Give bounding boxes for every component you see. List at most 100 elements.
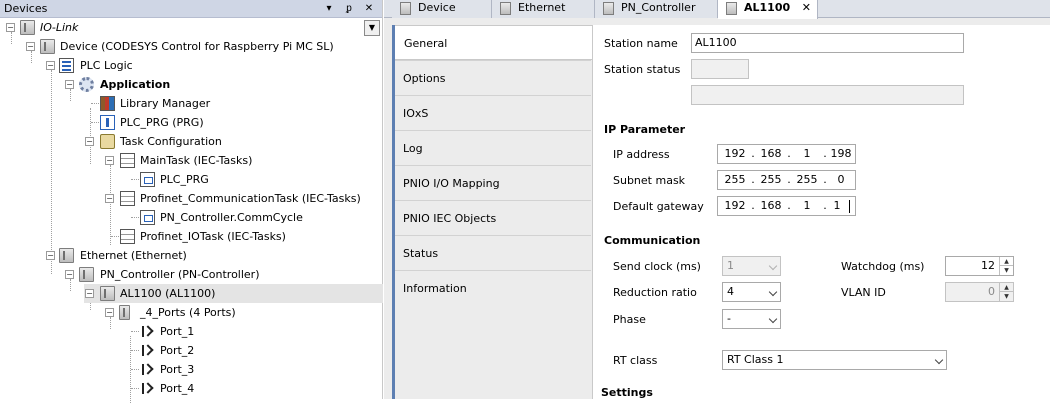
chevron-down-icon xyxy=(768,287,778,297)
default-gateway-input[interactable]: 192 . 168 . 1 . 1 xyxy=(717,196,856,216)
subnet-mask-input[interactable]: 255 . 255 . 255 . 0 xyxy=(717,170,856,190)
tree-node-maintask-plc-prg[interactable]: PLC_PRG xyxy=(0,170,383,189)
tree-node-profinet-communicationtask[interactable]: − Profinet_CommunicationTask (IEC-Tasks) xyxy=(0,189,383,208)
ip-separator: . xyxy=(787,199,791,212)
rt-class-value: RT Class 1 xyxy=(727,353,784,366)
collapse-icon[interactable]: − xyxy=(26,42,35,51)
tree-connector xyxy=(131,331,139,332)
ethernet-device-icon xyxy=(59,248,74,263)
tree-node-commcycle[interactable]: PN_Controller.CommCycle xyxy=(0,208,383,227)
collapse-icon[interactable]: − xyxy=(6,23,15,32)
tree-node-profinet-iotask[interactable]: Profinet_IOTask (IEC-Tasks) xyxy=(0,227,383,246)
doc-tab-pn-controller[interactable]: PN_Controller xyxy=(595,0,718,18)
ip-separator: . xyxy=(751,199,755,212)
collapse-icon[interactable]: − xyxy=(105,194,114,203)
station-status-field xyxy=(691,59,749,79)
collapse-icon[interactable]: − xyxy=(105,308,114,317)
tree-node-pn-controller[interactable]: − PN_Controller (PN-Controller) xyxy=(0,265,383,284)
program-call-icon xyxy=(140,210,155,225)
doc-tab-device[interactable]: Device xyxy=(392,0,492,18)
tree-node-port-4[interactable]: Port_4 xyxy=(0,379,383,398)
panel-pin-icon[interactable]: ᵱ xyxy=(341,1,357,17)
ip-octet: 168 xyxy=(760,199,782,212)
ip-octet: 0 xyxy=(837,173,845,186)
doc-tab-ethernet[interactable]: Ethernet xyxy=(492,0,595,18)
collapse-icon[interactable]: − xyxy=(65,270,74,279)
tab-pnio-iec-objects[interactable]: PNIO IEC Objects xyxy=(392,200,591,235)
tab-information[interactable]: Information xyxy=(392,270,591,305)
tree-connector xyxy=(131,369,139,370)
doc-tab-al1100[interactable]: AL1100 ✕ xyxy=(718,0,818,19)
spin-down-icon[interactable]: ▼ xyxy=(999,266,1013,275)
tree-connector xyxy=(91,122,99,123)
close-tab-icon[interactable]: ✕ xyxy=(802,0,811,16)
ip-octet: 255 xyxy=(760,173,782,186)
reduction-ratio-select[interactable]: 4 xyxy=(722,282,781,302)
library-manager-icon xyxy=(100,96,115,111)
tab-ioxs[interactable]: IOxS xyxy=(392,95,591,130)
tree-node-label: PN_Controller.CommCycle xyxy=(160,211,303,224)
ip-octet: 168 xyxy=(760,147,782,160)
tree-node-maintask[interactable]: − MainTask (IEC-Tasks) xyxy=(0,151,383,170)
tree-node-label: Port_3 xyxy=(160,363,195,376)
chevron-down-icon xyxy=(768,261,778,271)
tab-pnio-io-mapping[interactable]: PNIO I/O Mapping xyxy=(392,165,591,200)
device-editor: Device Ethernet PN_Controller AL1100 ✕ G… xyxy=(384,0,1050,399)
tree-node-label: Task Configuration xyxy=(120,135,222,148)
watchdog-stepper[interactable]: 12 ▲ ▼ xyxy=(945,256,1014,276)
tree-node-ethernet[interactable]: − Ethernet (Ethernet) xyxy=(0,246,383,265)
tab-log[interactable]: Log xyxy=(392,130,591,165)
rt-class-label: RT class xyxy=(613,354,658,367)
tree-node-port-3[interactable]: Port_3 xyxy=(0,360,383,379)
ip-separator: . xyxy=(787,173,791,186)
port-icon xyxy=(139,381,154,396)
tree-node-port-1[interactable]: Port_1 xyxy=(0,322,383,341)
tree-node-label: Port_4 xyxy=(160,382,195,395)
chevron-down-icon xyxy=(934,355,944,365)
subnet-mask-label: Subnet mask xyxy=(613,174,686,187)
collapse-icon[interactable]: − xyxy=(105,156,114,165)
tree-node-library-manager[interactable]: Library Manager xyxy=(0,94,383,113)
collapse-icon[interactable]: − xyxy=(85,289,94,298)
collapse-icon[interactable]: − xyxy=(46,61,55,70)
rt-class-select[interactable]: RT Class 1 xyxy=(722,350,947,370)
tree-node-label: Profinet_CommunicationTask (IEC-Tasks) xyxy=(140,192,361,205)
text-caret xyxy=(847,197,851,215)
phase-select[interactable]: - xyxy=(722,309,781,329)
tree-node-task-configuration[interactable]: − Task Configuration xyxy=(0,132,383,151)
default-gateway-label: Default gateway xyxy=(613,200,704,213)
tree-node-io-link[interactable]: − IO-Link ▼ xyxy=(0,18,383,37)
collapse-icon[interactable]: − xyxy=(85,137,94,146)
task-icon xyxy=(120,229,135,244)
tree-node-label: MainTask (IEC-Tasks) xyxy=(140,154,253,167)
tree-node-al1100[interactable]: − AL1100 (AL1100) xyxy=(84,284,383,303)
device-icon xyxy=(40,39,55,54)
tree-node-label: Ethernet (Ethernet) xyxy=(80,249,187,262)
tree-node-port-2[interactable]: Port_2 xyxy=(0,341,383,360)
station-status-label: Station status xyxy=(604,63,681,76)
spin-up-icon[interactable]: ▲ xyxy=(999,257,1013,266)
panel-dropdown-icon[interactable]: ▾ xyxy=(321,1,337,17)
vlan-id-stepper: 0 ▲ ▼ xyxy=(945,282,1014,302)
ip-octet: 1 xyxy=(803,147,811,160)
panel-close-icon[interactable]: ✕ xyxy=(361,1,377,17)
ip-address-input[interactable]: 192 . 168 . 1 . 198 xyxy=(717,144,856,164)
watchdog-value: 12 xyxy=(981,259,995,272)
collapse-icon[interactable]: − xyxy=(65,80,74,89)
tree-node-4-ports[interactable]: − _4_Ports (4 Ports) xyxy=(0,303,383,322)
tab-general[interactable]: General xyxy=(392,25,594,60)
tab-status[interactable]: Status xyxy=(392,235,591,270)
document-tabbar: Device Ethernet PN_Controller AL1100 ✕ xyxy=(384,0,1050,19)
tree-node-device[interactable]: − Device (CODESYS Control for Raspberry … xyxy=(0,37,383,56)
tree-node-label: AL1100 (AL1100) xyxy=(120,287,216,300)
chevron-down-icon[interactable]: ▼ xyxy=(364,20,380,36)
tab-options[interactable]: Options xyxy=(392,60,591,95)
vlan-id-label: VLAN ID xyxy=(841,286,886,299)
collapse-icon[interactable]: − xyxy=(46,251,55,260)
project-icon xyxy=(20,20,35,35)
station-name-input[interactable]: AL1100 xyxy=(691,33,964,53)
station-status-text xyxy=(691,85,964,105)
tree-node-plc-logic[interactable]: − PLC Logic xyxy=(0,56,383,75)
tree-node-application[interactable]: − Application xyxy=(0,75,383,94)
tree-node-plc-prg[interactable]: PLC_PRG (PRG) xyxy=(0,113,383,132)
